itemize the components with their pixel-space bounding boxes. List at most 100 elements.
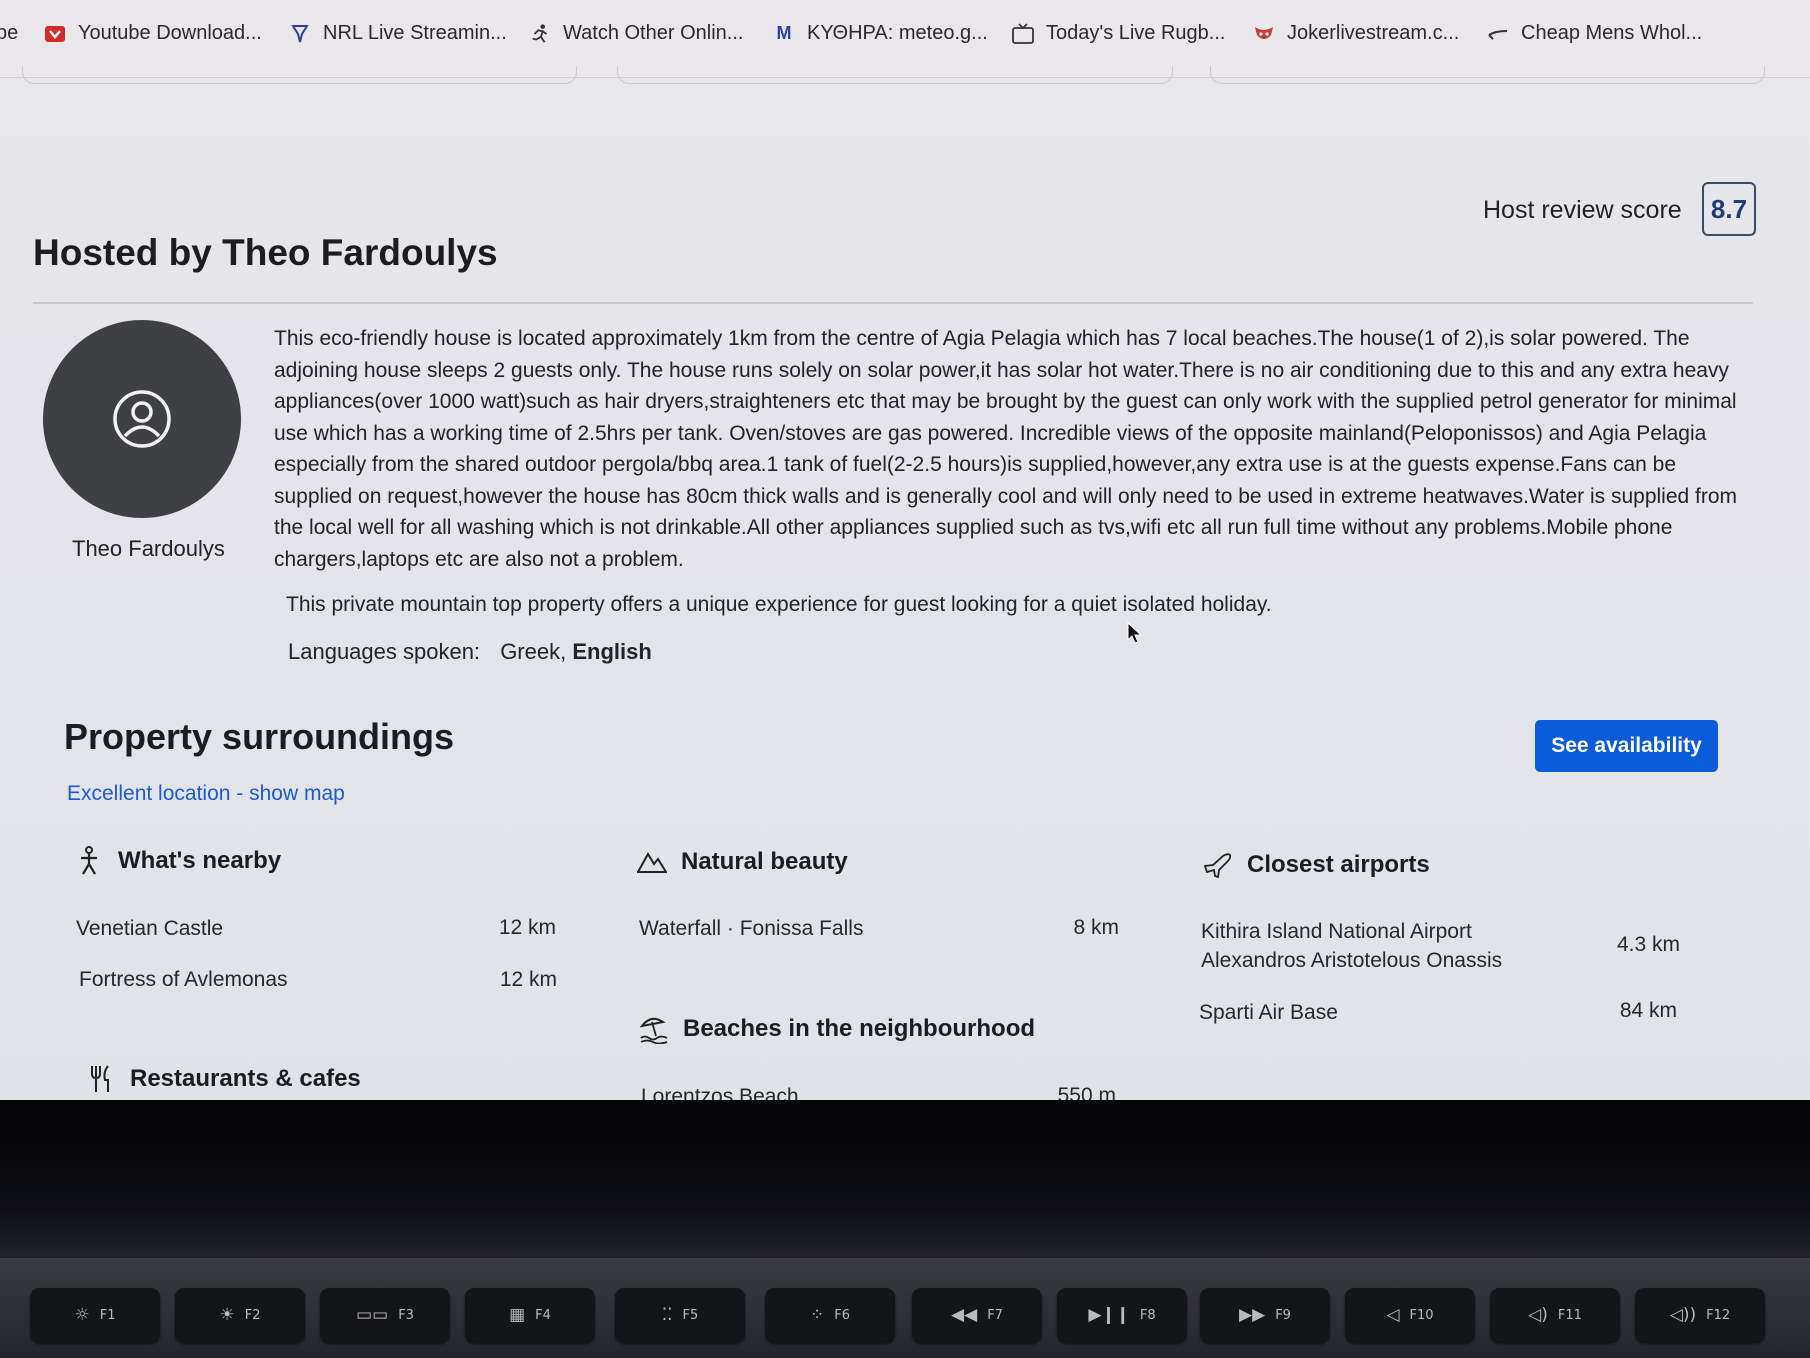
key-label: F8 (1139, 1307, 1156, 1323)
keyboard-key-f2: ☀ F2 (175, 1288, 305, 1342)
joker-icon (1253, 23, 1275, 45)
key-label: F12 (1706, 1307, 1731, 1323)
language-greek: Greek, (500, 639, 567, 664)
bookmark-label: ΚΥΘΗΡΑ: meteo.g... (807, 22, 988, 44)
whats-nearby-title: What's nearby (118, 847, 282, 874)
key-label: F9 (1275, 1307, 1291, 1323)
keyboard-key-f8: ▶❙❙ F8 (1057, 1288, 1187, 1342)
nearby-place-name: Fortress of Avlemonas (79, 968, 288, 991)
host-description: This eco-friendly house is located appro… (274, 327, 1738, 571)
key-glyph: ☼ (74, 1305, 90, 1325)
mouse-cursor-icon (1127, 622, 1143, 644)
bookmark-label: Cheap Mens Whol... (1521, 22, 1703, 44)
meteo-icon: M (776, 23, 792, 43)
person-walking-icon (74, 846, 104, 876)
bookmark-label: pe (0, 22, 19, 44)
page-divider (22, 66, 577, 84)
key-glyph: ⁘ (810, 1305, 825, 1325)
keyboard-key-f6: ⁘ F6 (765, 1288, 895, 1342)
mountain-icon (637, 847, 667, 877)
beaches-title: Beaches in the neighbourhood (683, 1015, 1036, 1042)
keyboard-key-f11: ◁) F11 (1490, 1288, 1620, 1342)
keyboard-key-f7: ◀◀ F7 (912, 1288, 1042, 1342)
key-label: F10 (1409, 1307, 1434, 1323)
beach-distance: 550 m (1057, 1084, 1116, 1100)
airplane-icon (1203, 850, 1233, 880)
user-avatar-icon (113, 390, 171, 448)
airport-name: Kithira Island National Airport Alexandr… (1201, 920, 1503, 972)
nearby-place-distance: 12 km (498, 916, 556, 939)
key-glyph: ▦ (509, 1305, 526, 1325)
browser-screen: pe Youtube Download... NRL Live Streamin… (0, 0, 1810, 1100)
bookmark-item[interactable]: Youtube Download... (44, 22, 262, 45)
beach-name: Lorentzos Beach (641, 1085, 799, 1100)
keyboard-key-f10: ◁ F10 (1345, 1288, 1475, 1342)
whats-nearby-heading: What's nearby (74, 846, 281, 876)
bookmark-item[interactable]: Watch Other Onlin... (529, 22, 743, 45)
host-review-score-badge: 8.7 (1702, 182, 1756, 236)
keyboard-key-f4: ▦ F4 (465, 1288, 595, 1342)
shop-icon (1487, 23, 1509, 45)
key-label: F2 (244, 1307, 261, 1323)
keyboard-key-f3: ▭▭ F3 (320, 1288, 450, 1342)
bookmark-item[interactable]: Cheap Mens Whol... (1487, 22, 1702, 45)
key-label: F5 (682, 1307, 699, 1323)
show-map-link[interactable]: Excellent location - show map (67, 782, 345, 806)
bookmark-item[interactable]: Jokerlivestream.c... (1253, 22, 1459, 45)
natural-place-distance: 8 km (1073, 916, 1119, 939)
key-glyph: ▶❙❙ (1088, 1305, 1130, 1325)
host-name: Theo Fardoulys (72, 536, 225, 561)
bookmark-label: NRL Live Streamin... (323, 22, 507, 44)
bookmark-item[interactable]: M ΚΥΘΗΡΑ: meteo.g... (773, 22, 988, 45)
key-label: F11 (1557, 1307, 1582, 1323)
key-glyph: ⁚⁚ (661, 1305, 673, 1325)
key-label: F3 (398, 1307, 414, 1323)
youtube-icon (44, 23, 66, 45)
host-avatar (43, 320, 241, 518)
page-divider (617, 66, 1173, 84)
bookmark-item[interactable]: pe (0, 22, 18, 45)
key-glyph: ◁)) (1669, 1305, 1697, 1325)
keyboard-key-f5: ⁚⁚ F5 (615, 1288, 745, 1342)
key-glyph: ▶▶ (1239, 1305, 1266, 1325)
restaurants-title: Restaurants & cafes (130, 1065, 361, 1092)
airport-distance: 4.3 km (1616, 933, 1680, 956)
key-label: F4 (535, 1307, 551, 1323)
key-glyph: ▭▭ (356, 1305, 389, 1325)
see-availability-button[interactable]: See availability (1535, 720, 1718, 772)
page-divider (1210, 66, 1765, 84)
bookmark-label: Watch Other Onlin... (563, 22, 744, 44)
nearby-place-name: Venetian Castle (76, 917, 224, 940)
airport-distance: 84 km (1619, 999, 1677, 1022)
languages-spoken: Languages spoken: Greek, English (288, 639, 652, 665)
fork-knife-icon (86, 1064, 116, 1094)
trophy-icon (289, 23, 311, 45)
key-label: F6 (834, 1307, 850, 1323)
host-review-score-label: Host review score (1483, 196, 1682, 224)
tv-icon (1012, 22, 1034, 45)
key-glyph: ◁ (1386, 1305, 1400, 1325)
nearby-place-distance: 12 km (499, 968, 557, 991)
closest-airports-title: Closest airports (1247, 851, 1430, 878)
closest-airports-heading: Closest airports (1203, 850, 1430, 880)
bookmark-label: Youtube Download... (78, 22, 262, 44)
property-surroundings-title: Property surroundings (64, 716, 455, 757)
restaurants-heading: Restaurants & cafes (86, 1064, 361, 1094)
key-glyph: ◁) (1528, 1305, 1548, 1325)
divider (33, 302, 1753, 304)
bookmark-item[interactable]: Today's Live Rugb... (1012, 22, 1225, 45)
laptop-bezel (0, 1100, 1810, 1258)
host-description-extra: This private mountain top property offer… (286, 593, 1272, 616)
bookmark-label: Today's Live Rugb... (1046, 22, 1226, 44)
key-glyph: ☀ (219, 1305, 235, 1325)
key-label: F7 (987, 1307, 1003, 1323)
languages-label: Languages spoken: (288, 639, 481, 664)
natural-place-name: Waterfall · Fonissa Falls (639, 917, 864, 940)
host-section-title: Hosted by Theo Fardoulys (33, 232, 498, 273)
key-label: F1 (99, 1307, 116, 1323)
keyboard-key-f1: ☼ F1 (30, 1288, 160, 1342)
bookmark-item[interactable]: NRL Live Streamin... (289, 22, 507, 45)
keyboard-key-f12: ◁)) F12 (1635, 1288, 1765, 1342)
bookmark-label: Jokerlivestream.c... (1287, 22, 1460, 44)
keyboard-key-f9: ▶▶ F9 (1200, 1288, 1330, 1342)
